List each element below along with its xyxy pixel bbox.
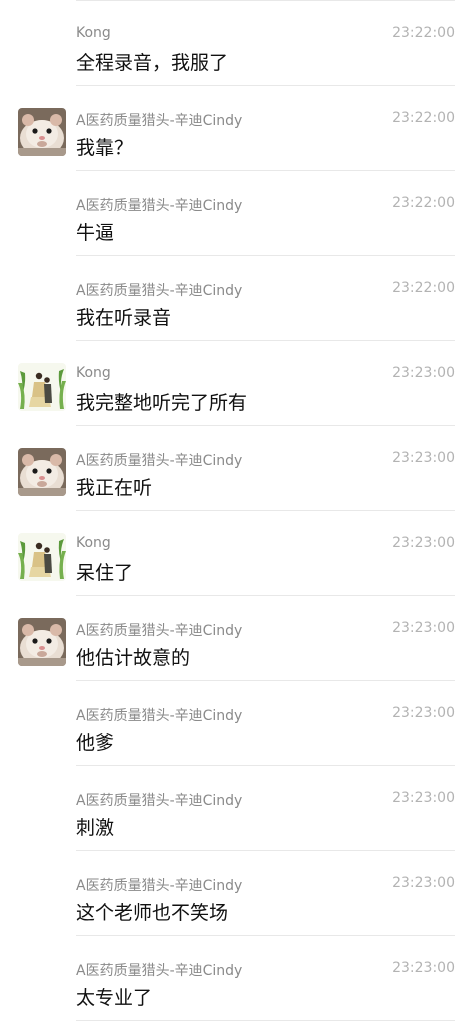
hamster-avatar[interactable] [18,108,66,156]
message-item[interactable]: Kong 23:23:00 呆住了 [0,511,473,596]
message-item[interactable]: A医药质量猎头-辛迪Cindy 23:23:00 太专业了 [0,936,473,1021]
hamster-avatar[interactable] [18,448,66,496]
message-text[interactable]: 这个老师也不笑场 [76,898,228,925]
sender-name[interactable]: A医药质量猎头-辛迪Cindy [76,110,242,130]
sender-name[interactable]: A医药质量猎头-辛迪Cindy [76,450,242,470]
sender-name[interactable]: A医药质量猎头-辛迪Cindy [76,790,242,810]
message-time: 23:23:00 [392,705,455,721]
message-text[interactable]: 刺激 [76,813,114,840]
sender-name[interactable]: Kong [76,535,111,551]
message-text[interactable]: 我正在听 [76,473,152,500]
sender-name[interactable]: A医药质量猎头-辛迪Cindy [76,960,242,980]
message-time: 23:23:00 [392,365,455,381]
sender-name[interactable]: Kong [76,365,111,381]
message-text[interactable]: 牛逼 [76,218,114,245]
message-time: 23:22:00 [392,195,455,211]
hamster-avatar[interactable] [18,618,66,666]
message-text[interactable]: 我靠？ [76,133,133,160]
sender-name[interactable]: A医药质量猎头-辛迪Cindy [76,195,242,215]
message-item[interactable]: A医药质量猎头-辛迪Cindy 23:22:00 我靠？ [0,86,473,171]
message-item[interactable]: A医药质量猎头-辛迪Cindy 23:23:00 他估计故意的 [0,596,473,681]
message-text[interactable]: 我完整地听完了所有 [76,388,247,415]
sender-name[interactable]: A医药质量猎头-辛迪Cindy [76,280,242,300]
message-time: 23:22:00 [392,110,455,126]
message-text[interactable]: 他估计故意的 [76,643,190,670]
couple-avatar[interactable] [18,363,66,411]
message-text[interactable]: 呆住了 [76,558,133,585]
couple-avatar[interactable] [18,533,66,581]
message-time: 23:23:00 [392,450,455,466]
message-time: 23:23:00 [392,620,455,636]
message-time: 23:23:00 [392,535,455,551]
message-text[interactable]: 我在听录音 [76,303,171,330]
message-list[interactable]: Kong 23:22:00 全程录音，我服了 A医药质量猎头-辛迪Cindy 23:22… [0,1,473,1021]
sender-name[interactable]: A医药质量猎头-辛迪Cindy [76,875,242,895]
sender-name[interactable]: A医药质量猎头-辛迪Cindy [76,705,242,725]
message-item[interactable]: A医药质量猎头-辛迪Cindy 23:23:00 刺激 [0,766,473,851]
message-time: 23:23:00 [392,960,455,976]
sender-name[interactable]: Kong [76,25,111,41]
message-time: 23:23:00 [392,875,455,891]
message-text[interactable]: 全程录音，我服了 [76,48,228,75]
message-item[interactable]: A医药质量猎头-辛迪Cindy 23:23:00 这个老师也不笑场 [0,851,473,936]
sender-name[interactable]: A医药质量猎头-辛迪Cindy [76,620,242,640]
message-time: 23:23:00 [392,790,455,806]
message-item[interactable]: A医药质量猎头-辛迪Cindy 23:23:00 我正在听 [0,426,473,511]
message-time: 23:22:00 [392,280,455,296]
message-text[interactable]: 他爹 [76,728,114,755]
message-item[interactable]: A医药质量猎头-辛迪Cindy 23:22:00 我在听录音 [0,256,473,341]
message-item[interactable]: A医药质量猎头-辛迪Cindy 23:22:00 牛逼 [0,171,473,256]
message-item[interactable]: Kong 23:23:00 我完整地听完了所有 [0,341,473,426]
message-item[interactable]: A医药质量猎头-辛迪Cindy 23:23:00 他爹 [0,681,473,766]
message-text[interactable]: 太专业了 [76,983,152,1010]
message-item[interactable]: Kong 23:22:00 全程录音，我服了 [0,1,473,86]
message-time: 23:22:00 [392,25,455,41]
